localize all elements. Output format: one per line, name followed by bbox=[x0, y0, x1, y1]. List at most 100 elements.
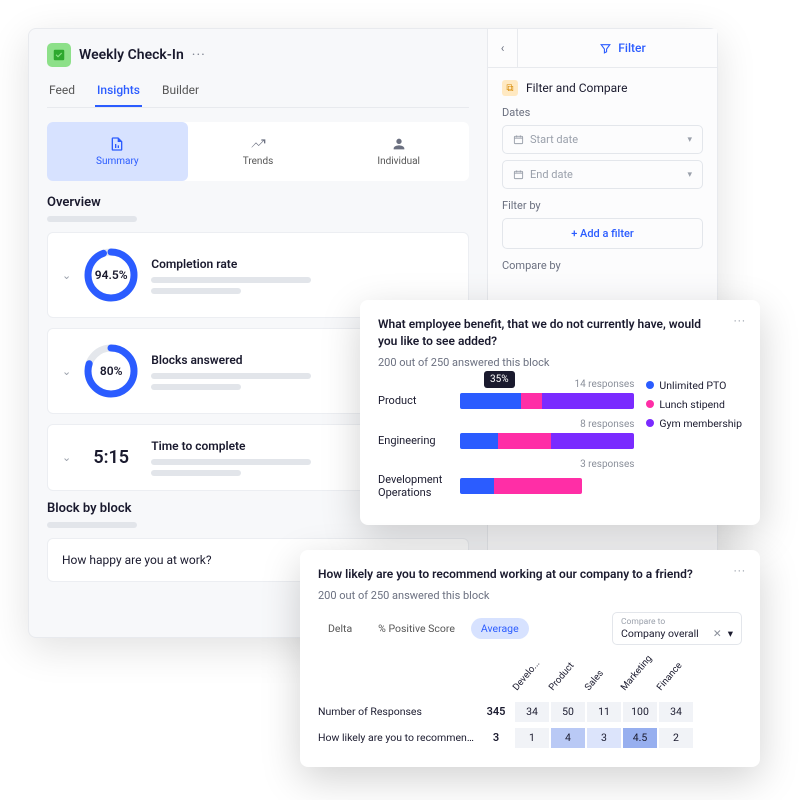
legend-item: Lunch stipend bbox=[646, 398, 742, 411]
legend-label: Gym membership bbox=[659, 417, 742, 430]
filter-section-title: ⧉ Filter and Compare bbox=[502, 80, 703, 96]
chart-row-devops: 3 responses Development Operations bbox=[378, 459, 634, 499]
question-title: How likely are you to recommend working … bbox=[318, 566, 742, 583]
segment-label: Individual bbox=[377, 156, 420, 167]
skeleton-line bbox=[151, 277, 311, 283]
clear-icon[interactable]: ✕ bbox=[713, 627, 722, 640]
skeleton-line bbox=[151, 288, 241, 294]
bar-segment bbox=[460, 433, 498, 449]
card-more-button[interactable]: ··· bbox=[734, 314, 746, 328]
expand-chevron[interactable]: ⌄ bbox=[62, 365, 71, 378]
question-title: What employee benefit, that we do not cu… bbox=[378, 316, 742, 350]
segment-individual[interactable]: Individual bbox=[328, 122, 469, 181]
cell: 4.5 bbox=[622, 727, 658, 749]
date-placeholder: Start date bbox=[530, 133, 578, 146]
expand-chevron[interactable]: ⌄ bbox=[62, 269, 71, 282]
card-more-button[interactable]: ··· bbox=[734, 564, 746, 578]
cell: 11 bbox=[586, 701, 622, 723]
stacked-bar[interactable] bbox=[460, 478, 582, 494]
tab-insights[interactable]: Insights bbox=[95, 77, 142, 107]
collapse-panel-button[interactable]: ‹ bbox=[488, 29, 518, 67]
compare-to-select[interactable]: Compare to Company overall ✕ ▾ bbox=[612, 612, 742, 645]
end-date-picker[interactable]: End date ▾ bbox=[502, 160, 703, 189]
cell: 3 bbox=[586, 727, 622, 749]
header: Weekly Check-In ··· bbox=[47, 43, 469, 67]
tab-builder[interactable]: Builder bbox=[160, 77, 201, 107]
filter-button[interactable]: Filter bbox=[528, 29, 717, 67]
skeleton-line bbox=[151, 470, 241, 476]
table-row: Number of Responses 345 34 50 11 100 34 bbox=[318, 699, 742, 725]
segment-label: Trends bbox=[243, 156, 274, 167]
add-filter-button[interactable]: + Add a filter bbox=[502, 218, 703, 249]
compare-icon: ⧉ bbox=[502, 80, 518, 96]
compare-by-label: Compare by bbox=[502, 259, 703, 272]
segment-label: Summary bbox=[96, 156, 139, 167]
cell: 34 bbox=[658, 701, 694, 723]
legend-dot bbox=[646, 400, 654, 408]
row-total: 3 bbox=[478, 731, 514, 744]
question-text: How happy are you at work? bbox=[62, 553, 212, 567]
overview-title: Overview bbox=[47, 195, 469, 210]
calendar-icon bbox=[513, 134, 524, 145]
response-count: 8 responses bbox=[378, 419, 634, 430]
segment-summary[interactable]: Summary bbox=[47, 122, 188, 181]
dates-label: Dates bbox=[502, 106, 703, 119]
table-row: How likely are you to recommend... 3 1 4… bbox=[318, 725, 742, 751]
chip-delta[interactable]: Delta bbox=[318, 618, 362, 639]
expand-chevron[interactable]: ⌄ bbox=[62, 451, 71, 464]
tabs: Feed Insights Builder bbox=[47, 77, 469, 108]
chevron-down-icon: ▾ bbox=[687, 135, 692, 145]
bar-segment bbox=[494, 478, 582, 494]
view-segments: Summary Trends Individual bbox=[47, 122, 469, 181]
stacked-bar[interactable] bbox=[460, 433, 634, 449]
chart-row-product: 35% 14 responses Product bbox=[378, 379, 634, 409]
benefit-question-card: ··· What employee benefit, that we do no… bbox=[360, 300, 760, 525]
stat-value: 80% bbox=[83, 343, 139, 399]
legend-label: Lunch stipend bbox=[659, 398, 725, 411]
compare-to-label: Compare to bbox=[621, 617, 733, 627]
cell: 1 bbox=[514, 727, 550, 749]
legend-item: Unlimited PTO bbox=[646, 379, 742, 392]
tab-feed[interactable]: Feed bbox=[47, 77, 77, 107]
chip-average[interactable]: Average bbox=[471, 618, 529, 639]
bar-tooltip: 35% bbox=[484, 371, 515, 388]
cell: 34 bbox=[514, 701, 550, 723]
stacked-bar-chart: 35% 14 responses Product 8 responses Eng… bbox=[378, 379, 742, 509]
filter-panel-header: ‹ Filter bbox=[488, 29, 717, 68]
chevron-down-icon: ▾ bbox=[728, 627, 733, 640]
recommend-question-card: ··· How likely are you to recommend work… bbox=[300, 550, 760, 767]
legend-dot bbox=[646, 381, 654, 389]
calendar-icon bbox=[513, 169, 524, 180]
skeleton-line bbox=[151, 384, 241, 390]
row-label: Development Operations bbox=[378, 473, 452, 499]
blocks-ring: 80% bbox=[83, 343, 139, 399]
cell: 100 bbox=[622, 701, 658, 723]
chart-row-engineering: 8 responses Engineering bbox=[378, 419, 634, 449]
page-title: Weekly Check-In bbox=[79, 47, 184, 63]
skeleton-line bbox=[47, 522, 137, 528]
bar-segment bbox=[542, 393, 634, 409]
skeleton-line bbox=[151, 459, 311, 465]
chip-positive-score[interactable]: % Positive Score bbox=[368, 618, 465, 639]
metric-chips: Delta % Positive Score Average Compare t… bbox=[318, 612, 742, 645]
stat-value: 5:15 bbox=[83, 447, 139, 468]
response-count: 3 responses bbox=[378, 459, 634, 470]
filter-by-label: Filter by bbox=[502, 199, 703, 212]
more-menu-button[interactable]: ··· bbox=[192, 47, 206, 63]
row-label: Number of Responses bbox=[318, 705, 478, 718]
bar-segment bbox=[551, 433, 635, 449]
filter-icon bbox=[599, 42, 612, 55]
table-header-row: Develo... Product Sales Marketing Financ… bbox=[318, 657, 742, 699]
segment-trends[interactable]: Trends bbox=[188, 122, 329, 181]
row-label: Product bbox=[378, 394, 452, 407]
question-subtitle: 200 out of 250 answered this block bbox=[318, 589, 742, 602]
stacked-bar[interactable] bbox=[460, 393, 634, 409]
filter-label: Filter bbox=[618, 41, 645, 55]
legend-label: Unlimited PTO bbox=[659, 379, 726, 392]
start-date-picker[interactable]: Start date ▾ bbox=[502, 125, 703, 154]
bar-segment bbox=[498, 433, 550, 449]
legend-item: Gym membership bbox=[646, 417, 742, 430]
skeleton-line bbox=[151, 373, 311, 379]
skeleton-line bbox=[47, 216, 137, 222]
chevron-down-icon: ▾ bbox=[687, 170, 692, 180]
